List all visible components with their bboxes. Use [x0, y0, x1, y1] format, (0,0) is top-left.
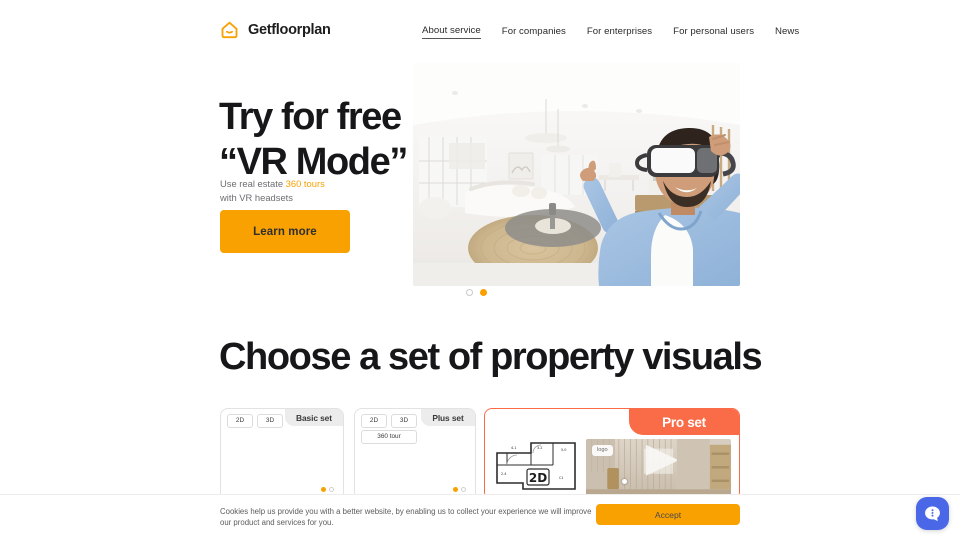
main-navigation: About service For companies For enterpri… [422, 25, 799, 39]
basic-set-dot-1[interactable] [321, 487, 326, 492]
card-plus-set[interactable]: Plus set 2D 3D 360 tour [354, 408, 476, 500]
site-header: Getfloorplan About service For companies… [0, 0, 960, 58]
cookie-banner: Cookies help us provide you with a bette… [0, 494, 960, 540]
nav-item-for-companies[interactable]: For companies [502, 26, 566, 39]
nav-item-news[interactable]: News [775, 26, 799, 39]
plus-set-dot-2[interactable] [461, 487, 466, 492]
learn-more-button[interactable]: Learn more [220, 210, 350, 253]
nav-item-for-personal-users[interactable]: For personal users [673, 26, 754, 39]
chat-widget-button[interactable] [916, 497, 949, 530]
svg-text:2.4: 2.4 [501, 472, 506, 476]
hero-carousel-dots [466, 289, 496, 296]
pro-set-content: 4.13.2 5.02.4 C12.8 2D [493, 439, 731, 499]
pro-set-tab-label[interactable]: Pro set [629, 409, 739, 435]
card-basic-set[interactable]: Basic set 2D 3D [220, 408, 344, 500]
basic-set-chip-2d[interactable]: 2D [227, 414, 253, 428]
cookie-accept-button[interactable]: Accept [596, 504, 740, 525]
hero-subtitle-line2: with VR headsets [220, 191, 293, 203]
basic-set-chip-row: 2D 3D [227, 414, 283, 428]
basic-set-mini-dots [317, 485, 338, 494]
pro-set-360-tour-image: logo [586, 439, 731, 499]
plus-set-chip-2d[interactable]: 2D [361, 414, 387, 428]
pro-set-tour-hotspot[interactable] [622, 479, 627, 484]
plus-set-chip-360-tour[interactable]: 360 tour [361, 430, 417, 444]
carousel-dot-1[interactable] [466, 289, 473, 296]
property-visual-sets: Basic set 2D 3D Plus set 2D 3D 360 tour … [0, 408, 960, 508]
plus-set-tab-label[interactable]: Plus set [421, 409, 475, 426]
chat-bubble-dots-icon [923, 504, 942, 523]
plus-set-chip-3d[interactable]: 3D [391, 414, 417, 428]
nav-item-for-enterprises[interactable]: For enterprises [587, 26, 652, 39]
plus-set-dot-1[interactable] [453, 487, 458, 492]
brand-name: Getfloorplan [248, 21, 331, 38]
svg-text:4.1: 4.1 [511, 446, 516, 450]
pro-set-logo-badge: logo [592, 445, 613, 456]
hero-subtitle-line1-prefix: Use real estate [220, 178, 286, 189]
basic-set-chip-3d[interactable]: 3D [257, 414, 283, 428]
hero-subtitle-highlight: 360 tours [285, 178, 325, 189]
page-root: Getfloorplan About service For companies… [0, 0, 960, 540]
carousel-dot-2[interactable] [480, 289, 487, 296]
svg-text:3.2: 3.2 [537, 446, 542, 450]
card-pro-set[interactable]: Pro set 4.1 3.2 5.0 2.4 C1 2D logo [484, 408, 740, 500]
plus-set-mini-dots [449, 485, 470, 494]
basic-set-dot-2[interactable] [329, 487, 334, 492]
plus-set-chip-row: 2D 3D [361, 414, 417, 428]
pro-set-blueprint-image: 4.13.2 5.02.4 C12.8 2D [493, 439, 579, 499]
basic-set-tab-label[interactable]: Basic set [285, 409, 343, 426]
nav-item-about-service[interactable]: About service [422, 25, 481, 39]
hero-title: Try for free “VR Mode” [219, 96, 408, 183]
cookie-banner-text: Cookies help us provide you with a bette… [220, 507, 592, 527]
svg-text:5.0: 5.0 [561, 448, 566, 452]
svg-text:C1: C1 [559, 476, 564, 480]
home-smile-icon [219, 19, 240, 40]
brand-logo[interactable]: Getfloorplan [219, 19, 331, 40]
hero-section: Try for free “VR Mode” Use real estate 3… [0, 58, 960, 308]
plus-set-chip-row-2: 360 tour [361, 430, 417, 444]
section-title: Choose a set of property visuals [219, 336, 763, 378]
hero-image [413, 63, 740, 286]
hero-subtitle: Use real estate 360 tours with VR headse… [220, 177, 325, 204]
svg-text:2D: 2D [529, 471, 547, 485]
